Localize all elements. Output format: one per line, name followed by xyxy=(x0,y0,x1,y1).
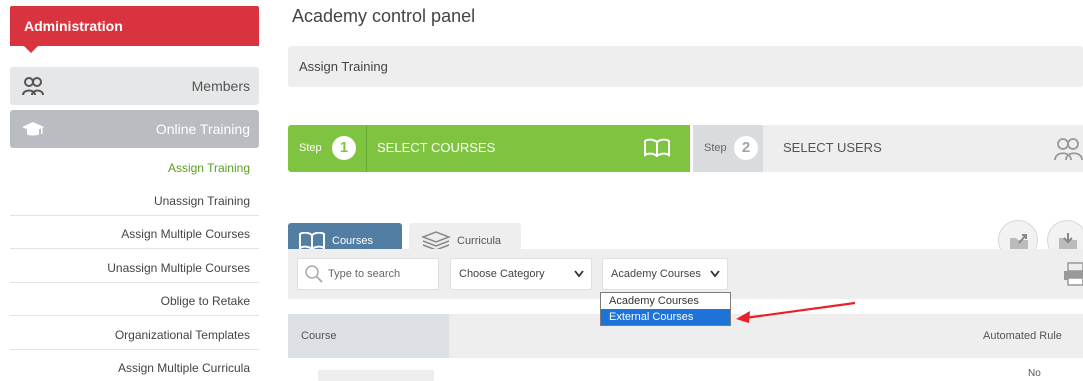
sidebar-subitem-organizational-templates[interactable]: Organizational Templates xyxy=(10,320,259,350)
dropdown-option-academy-courses[interactable]: Academy Courses xyxy=(601,293,730,309)
sidebar-subitem-assign-multiple-courses[interactable]: Assign Multiple Courses xyxy=(10,219,259,249)
graduation-cap-icon xyxy=(22,122,44,136)
sidebar-item-online-training[interactable]: Online Training xyxy=(10,110,259,148)
tab-curricula-label: Curricula xyxy=(457,235,502,247)
course-thumbnail xyxy=(318,370,434,381)
users-icon xyxy=(1054,138,1083,161)
step-2-label: Step xyxy=(704,142,727,154)
breadcrumb: Assign Training xyxy=(288,46,1083,87)
step-2-number: 2 xyxy=(734,136,758,160)
step-1-label: Step xyxy=(299,142,322,154)
column-header-automated-rule[interactable]: Automated Rule xyxy=(983,314,1062,358)
tab-courses-label: Courses xyxy=(332,235,373,247)
step-1-title: SELECT COURSES xyxy=(377,140,496,155)
category-select-value: Choose Category xyxy=(459,268,545,280)
sidebar-item-online-training-label: Online Training xyxy=(155,121,250,137)
page-title: Academy control panel xyxy=(292,6,476,26)
sidebar-subitem-assign-multiple-curricula[interactable]: Assign Multiple Curricula xyxy=(10,353,259,381)
chevron-down-icon xyxy=(574,270,584,278)
chevron-down-icon xyxy=(710,270,720,278)
annotation-arrow-icon xyxy=(736,301,856,323)
search-input[interactable]: Type to search xyxy=(297,258,439,290)
printer-icon[interactable] xyxy=(1064,260,1083,288)
course-source-dropdown[interactable]: Academy Courses External Courses xyxy=(600,292,731,326)
step-select-courses[interactable]: Step 1 SELECT COURSES xyxy=(288,125,690,172)
administration-header[interactable]: Administration xyxy=(10,6,259,53)
column-header-course[interactable]: Course xyxy=(288,314,449,358)
step-select-users[interactable]: Step 2 SELECT USERS xyxy=(693,125,1083,172)
books-stack-icon xyxy=(421,231,451,251)
sidebar-subitem-unassign-multiple-courses[interactable]: Unassign Multiple Courses xyxy=(10,253,259,283)
step-1-divider xyxy=(366,125,367,172)
open-book-icon xyxy=(299,232,325,250)
search-icon xyxy=(305,265,323,283)
dropdown-option-external-courses[interactable]: External Courses xyxy=(601,309,730,325)
course-source-select[interactable]: Academy Courses xyxy=(602,258,728,290)
category-select[interactable]: Choose Category xyxy=(450,258,592,290)
sidebar-subitem-oblige-to-retake[interactable]: Oblige to Retake xyxy=(10,286,259,316)
step-1-number: 1 xyxy=(332,136,356,160)
open-book-icon xyxy=(644,138,670,158)
step-2-title: SELECT USERS xyxy=(783,140,882,155)
course-source-select-value: Academy Courses xyxy=(611,268,701,280)
automated-rule-value: No xyxy=(1028,368,1041,379)
sidebar-subitem-assign-training[interactable]: Assign Training xyxy=(10,153,259,183)
sidebar-item-members-label: Members xyxy=(191,78,250,94)
members-icon xyxy=(22,77,44,96)
sidebar-subitem-unassign-training[interactable]: Unassign Training xyxy=(10,186,259,216)
sidebar: Administration Members Online Training A… xyxy=(0,0,270,381)
sidebar-item-members[interactable]: Members xyxy=(10,67,259,105)
search-placeholder: Type to search xyxy=(328,268,401,280)
